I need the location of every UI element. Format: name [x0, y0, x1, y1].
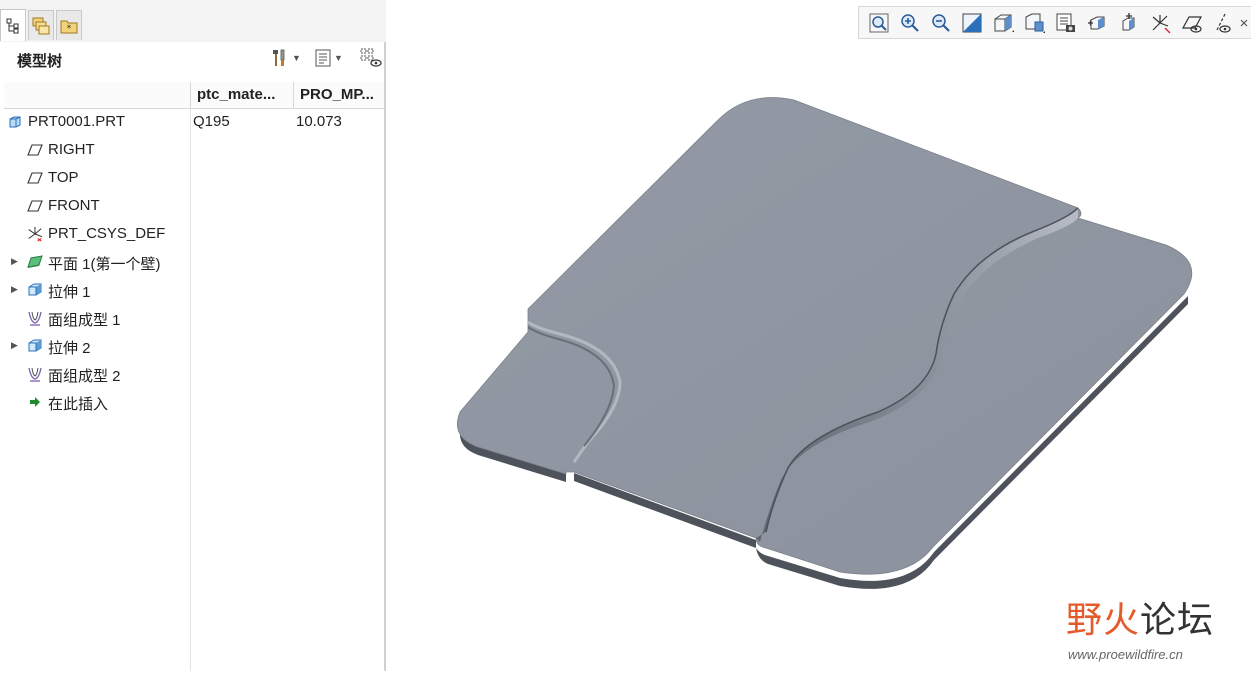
datum-plane-icon	[27, 142, 43, 158]
zoom-out-icon	[932, 14, 950, 32]
chevron-down-icon: ▼	[292, 53, 301, 63]
tree-item-label: 拉伸 1	[48, 284, 91, 301]
sheetmetal-part	[456, 97, 1193, 589]
tree-item-label: FRONT	[48, 197, 100, 214]
saved-orientations-button[interactable]	[1023, 12, 1045, 34]
tree-item-label: PRT0001.PRT	[28, 113, 125, 130]
tree-item-label: 面组成型 2	[48, 368, 121, 385]
form-icon	[27, 366, 43, 382]
column-divider[interactable]	[190, 82, 191, 108]
csys-display-button[interactable]	[1149, 12, 1171, 34]
form-icon	[27, 310, 43, 326]
model-tree-panel: 模型树 ▼ ▼ ptc_mate... PRO_MP... PRT0001.PR…	[0, 42, 386, 671]
axis-display-icon	[1216, 13, 1231, 33]
panel-title: 模型树	[17, 53, 63, 70]
datum-plane-icon	[27, 198, 43, 214]
mass-value: 10.073	[296, 113, 342, 130]
spin-center-button[interactable]	[1118, 12, 1140, 34]
insert-here-arrow-icon	[27, 394, 43, 410]
tree-row[interactable]: ▶ 拉伸 1	[0, 276, 384, 304]
refit-icon	[869, 13, 889, 33]
column-header-mass[interactable]: PRO_MP...	[300, 82, 384, 108]
tree-item-label: RIGHT	[48, 141, 95, 158]
expand-arrow-icon[interactable]: ▶	[11, 256, 18, 267]
spin-center-icon	[1122, 13, 1135, 31]
expand-arrow-icon[interactable]: ▶	[11, 284, 18, 295]
tree-item-label: 拉伸 2	[48, 340, 91, 357]
forum-watermark: 野火论坛 www.proewildfire.cn	[1062, 585, 1251, 665]
tree-row[interactable]: 面组成型 1	[0, 304, 384, 332]
csys-display-icon	[1152, 15, 1171, 34]
column-header-material[interactable]: ptc_mate...	[197, 82, 289, 108]
tree-filters-button[interactable]	[360, 47, 382, 69]
watermark-title: 野火论坛	[1066, 591, 1214, 643]
axis-display-button[interactable]	[1211, 12, 1233, 34]
tree-row[interactable]: PRT_CSYS_DEF	[0, 220, 384, 248]
tree-row[interactable]: 面组成型 2	[0, 360, 384, 388]
column-header-row: ptc_mate... PRO_MP...	[4, 82, 384, 109]
navigator-tabs: *	[0, 0, 386, 43]
more-tools-button[interactable]	[1237, 12, 1251, 34]
tree-row[interactable]: 在此插入	[0, 388, 384, 416]
tree-item-label: PRT_CSYS_DEF	[48, 225, 166, 242]
zoom-out-button[interactable]	[930, 12, 952, 34]
tree-item-label: 平面 1(第一个壁)	[48, 256, 161, 273]
view-manager-button[interactable]	[1055, 12, 1077, 34]
tree-row[interactable]: TOP	[0, 164, 384, 192]
tree-item-label: 面组成型 1	[48, 312, 121, 329]
perspective-icon	[1088, 16, 1105, 30]
plane-display-icon	[1181, 16, 1203, 33]
tree-row[interactable]: ▶ 平面 1(第一个壁)	[0, 248, 384, 276]
tree-row[interactable]: PRT0001.PRT Q195 10.073	[0, 108, 384, 136]
repaint-button[interactable]	[961, 12, 983, 34]
extrude-icon	[27, 282, 43, 298]
plane-display-button[interactable]	[1181, 12, 1203, 34]
zoom-in-button[interactable]	[899, 12, 921, 34]
layers-tab[interactable]	[28, 10, 54, 40]
part-icon	[7, 114, 23, 130]
repaint-icon	[962, 13, 982, 33]
model-tree-tab[interactable]	[0, 9, 26, 41]
column-divider[interactable]	[293, 82, 294, 108]
extrude-icon	[27, 338, 43, 354]
show-button[interactable]: ▼	[315, 47, 343, 69]
tree-row[interactable]: FRONT	[0, 192, 384, 220]
saved-orientations-icon	[1025, 13, 1045, 33]
favorites-tab-icon: *	[60, 20, 78, 34]
watermark-url: www.proewildfire.cn	[1068, 647, 1183, 662]
material-value: Q195	[193, 113, 230, 130]
favorites-tab[interactable]: *	[56, 10, 82, 40]
tree-row[interactable]: RIGHT	[0, 136, 384, 164]
tree-item-label: 在此插入	[48, 396, 109, 413]
csys-icon	[27, 226, 43, 242]
perspective-button[interactable]	[1087, 12, 1109, 34]
layers-tab-icon	[32, 17, 50, 34]
close-icon	[1240, 19, 1248, 27]
display-style-button[interactable]	[992, 12, 1014, 34]
flat-wall-icon	[27, 254, 43, 270]
model-tree-tab-icon	[6, 18, 19, 33]
graphics-toolbar	[858, 6, 1251, 39]
watermark-title-b: 论坛	[1140, 599, 1215, 640]
view-manager-icon	[1056, 13, 1075, 32]
tree-filter-icon	[360, 48, 382, 67]
zoom-in-icon	[901, 14, 919, 32]
list-icon	[315, 49, 331, 67]
model-tree-header: 模型树 ▼ ▼	[0, 42, 384, 76]
expand-arrow-icon[interactable]: ▶	[11, 340, 18, 351]
settings-button[interactable]: ▼	[271, 47, 301, 69]
display-style-icon	[994, 14, 1014, 32]
svg-text:*: *	[67, 24, 72, 34]
watermark-title-a: 野火	[1066, 599, 1141, 640]
tools-icon	[273, 49, 285, 66]
tree-row[interactable]: ▶ 拉伸 2	[0, 332, 384, 360]
model-tree-list: PRT0001.PRT Q195 10.073 RIGHT TOP FRONT PRT_CS…	[0, 108, 384, 416]
graphics-window[interactable]	[388, 42, 1251, 671]
tree-item-label: TOP	[48, 169, 79, 186]
datum-plane-icon	[27, 170, 43, 186]
chevron-down-icon: ▼	[334, 53, 343, 63]
refit-button[interactable]	[868, 12, 890, 34]
